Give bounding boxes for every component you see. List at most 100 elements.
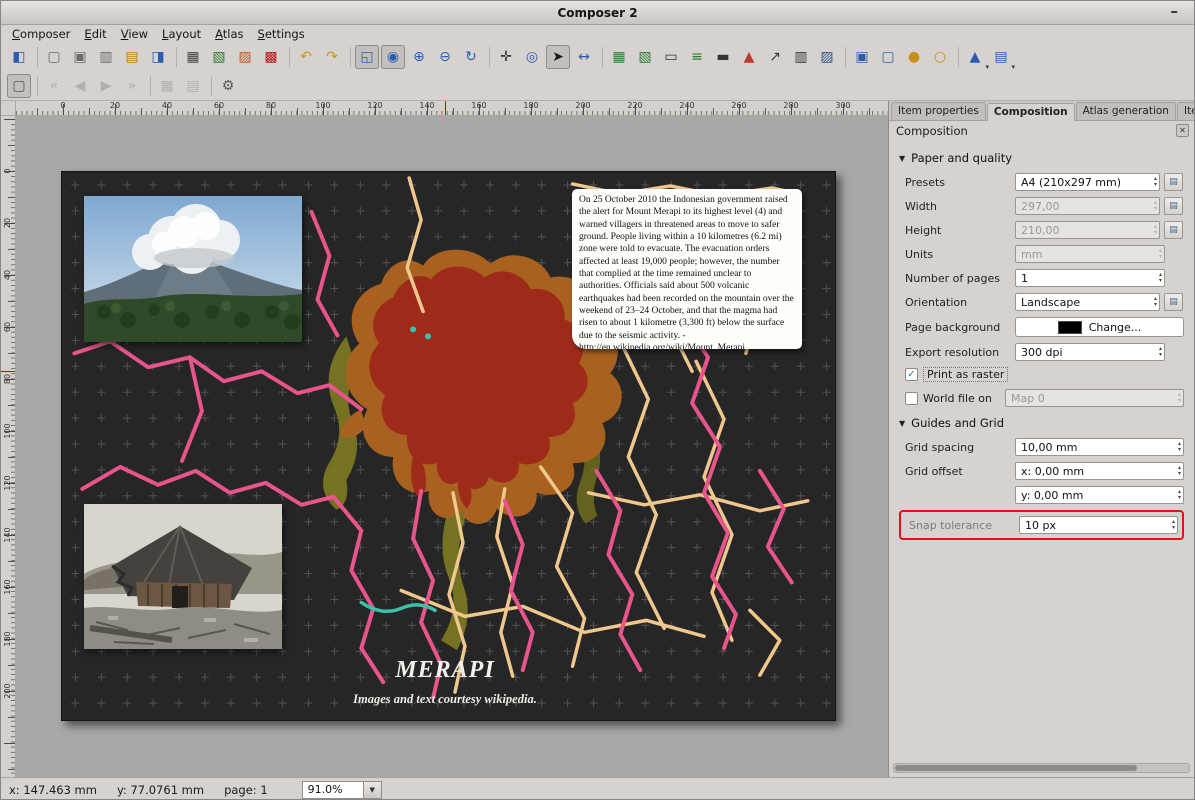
move-item-content-icon[interactable]: ↔: [572, 45, 596, 69]
spinner-arrows-icon[interactable]: ▴▾: [1159, 272, 1162, 284]
menu-edit[interactable]: Edit: [77, 27, 113, 41]
align-items-icon[interactable]: ▤▾: [989, 45, 1013, 69]
export-atlas-icon[interactable]: ▤: [181, 74, 205, 98]
raise-items-icon[interactable]: ▲▾: [963, 45, 987, 69]
print-as-raster-checkbox[interactable]: ✓: [905, 368, 918, 381]
refresh-composer-icon[interactable]: ↻: [459, 45, 483, 69]
grid-offset-x-input[interactable]: x: 0,00 mm ▴▾: [1015, 462, 1184, 480]
zoom-out-icon[interactable]: ⊖: [433, 45, 457, 69]
presets-combo[interactable]: A4 (210x297 mm) ▴▾: [1015, 173, 1160, 191]
add-html-frame-icon[interactable]: ▨: [815, 45, 839, 69]
menu-layout[interactable]: Layout: [155, 27, 208, 41]
menu-settings[interactable]: Settings: [251, 27, 312, 41]
zoom-combo[interactable]: 91.0% ▼: [302, 781, 382, 799]
add-legend-icon[interactable]: ≡: [685, 45, 709, 69]
zoom-tool-icon[interactable]: ◎: [520, 45, 544, 69]
h-ruler[interactable]: 0204060801001201401601802002202402602803…: [16, 101, 888, 116]
add-arrow-icon[interactable]: ↗: [763, 45, 787, 69]
zoom-actual-icon[interactable]: ◉: [381, 45, 405, 69]
volcano-photo[interactable]: [84, 196, 302, 342]
data-defined-override-button[interactable]: ▤: [1164, 221, 1183, 239]
menu-view[interactable]: View: [114, 27, 155, 41]
export-as-pdf-icon[interactable]: ▩: [259, 45, 283, 69]
group-items-icon[interactable]: ▣: [850, 45, 874, 69]
atlas-last-feature-icon[interactable]: »: [120, 74, 144, 98]
add-attribute-table-icon[interactable]: ▥: [789, 45, 813, 69]
section-paper-and-quality[interactable]: ▼ Paper and quality: [899, 151, 1184, 165]
ungroup-items-icon[interactable]: ▢: [876, 45, 900, 69]
add-shape-icon[interactable]: ▲: [737, 45, 761, 69]
units-value: mm: [1021, 248, 1156, 261]
menu-composer[interactable]: Composer: [5, 27, 77, 41]
lock-items-icon[interactable]: ●: [902, 45, 926, 69]
atlas-previous-feature-icon[interactable]: ◀: [68, 74, 92, 98]
new-composition-icon[interactable]: ▢: [42, 45, 66, 69]
scrollbar-thumb[interactable]: [895, 765, 1137, 771]
export-resolution-input[interactable]: 300 dpi ▴▾: [1015, 343, 1165, 361]
world-file-checkbox[interactable]: [905, 392, 918, 405]
spinner-arrows-icon[interactable]: ▴▾: [1178, 489, 1181, 501]
zoom-in-icon[interactable]: ⊕: [407, 45, 431, 69]
orientation-combo[interactable]: Landscape ▴▾: [1015, 293, 1160, 311]
grid-spacing-input[interactable]: 10,00 mm ▴▾: [1015, 438, 1184, 456]
spinner-arrows-icon[interactable]: ▴▾: [1178, 441, 1181, 453]
ruined-house-photo[interactable]: [84, 504, 282, 649]
unlock-items-icon[interactable]: ○: [928, 45, 952, 69]
composition-page[interactable]: On 25 October 2010 the Indonesian govern…: [61, 171, 836, 721]
composition-subtitle-label[interactable]: Images and text courtesy wikipedia.: [275, 692, 615, 707]
composition-title-label[interactable]: MERAPI: [310, 657, 580, 684]
atlas-settings-icon[interactable]: ⚙: [216, 74, 240, 98]
data-defined-override-button[interactable]: ▤: [1164, 173, 1183, 191]
caption-text-item[interactable]: On 25 October 2010 the Indonesian govern…: [572, 189, 802, 349]
print-atlas-icon[interactable]: ▦: [155, 74, 179, 98]
spinner-arrows-icon[interactable]: ▴▾: [1154, 176, 1157, 188]
redo-icon[interactable]: ↷: [320, 45, 344, 69]
select-move-item-icon[interactable]: ➤: [546, 45, 570, 69]
save-as-template-icon[interactable]: ◨: [146, 45, 170, 69]
tab-atlas-generation[interactable]: Atlas generation: [1076, 102, 1176, 120]
panel-horizontal-scrollbar[interactable]: [893, 763, 1190, 773]
tab-composition[interactable]: Composition: [987, 103, 1075, 121]
spinner-arrows-icon[interactable]: ▴▾: [1159, 346, 1162, 358]
section-guides-and-grid[interactable]: ▼ Guides and Grid: [899, 416, 1184, 430]
v-ruler-label: 0: [3, 160, 13, 182]
pan-composer-icon[interactable]: ✛: [494, 45, 518, 69]
composer-manager-icon[interactable]: ▥: [94, 45, 118, 69]
spinner-arrows-icon[interactable]: ▴▾: [1172, 519, 1175, 531]
tab-items[interactable]: Items: [1177, 102, 1195, 120]
number-of-pages-input[interactable]: 1 ▴▾: [1015, 269, 1165, 287]
close-icon[interactable]: ✕: [1176, 124, 1189, 137]
tab-item-properties[interactable]: Item properties: [891, 102, 986, 120]
add-image-icon[interactable]: ▧: [633, 45, 657, 69]
print-as-raster-label[interactable]: Print as raster: [923, 367, 1008, 382]
zoom-full-icon[interactable]: ◱: [355, 45, 379, 69]
menu-atlas[interactable]: Atlas: [208, 27, 250, 41]
spinner-arrows-icon[interactable]: ▴▾: [1154, 296, 1157, 308]
save-project-icon[interactable]: ◧: [7, 45, 31, 69]
snap-tolerance-input[interactable]: 10 px ▴▾: [1019, 516, 1178, 534]
add-scalebar-icon[interactable]: ▬: [711, 45, 735, 69]
minimize-button[interactable]: –: [1171, 2, 1179, 20]
add-label-icon[interactable]: ▭: [659, 45, 683, 69]
grid-offset-y-input[interactable]: y: 0,00 mm ▴▾: [1015, 486, 1184, 504]
atlas-first-feature-icon[interactable]: «: [42, 74, 66, 98]
export-as-image-icon[interactable]: ▧: [207, 45, 231, 69]
atlas-next-feature-icon[interactable]: ▶: [94, 74, 118, 98]
spinner-arrows-icon[interactable]: ▴▾: [1178, 465, 1181, 477]
preview-atlas-icon[interactable]: ▢: [7, 74, 31, 98]
page-background-button[interactable]: Change...: [1015, 317, 1184, 337]
world-file-label[interactable]: World file on: [923, 392, 992, 405]
print-icon[interactable]: ▦: [181, 45, 205, 69]
zoom-value[interactable]: 91.0%: [302, 781, 364, 799]
v-ruler[interactable]: 020406080100120140160180200: [1, 116, 16, 777]
composition-viewport[interactable]: On 25 October 2010 the Indonesian govern…: [16, 116, 888, 777]
add-new-map-icon[interactable]: ▦: [607, 45, 631, 69]
data-defined-override-button[interactable]: ▤: [1164, 197, 1183, 215]
collapse-icon: ▼: [899, 154, 905, 163]
duplicate-composition-icon[interactable]: ▣: [68, 45, 92, 69]
data-defined-override-button[interactable]: ▤: [1164, 293, 1183, 311]
zoom-dropdown-icon[interactable]: ▼: [364, 781, 382, 799]
undo-icon[interactable]: ↶: [294, 45, 318, 69]
export-as-svg-icon[interactable]: ▨: [233, 45, 257, 69]
load-from-template-icon[interactable]: ▤: [120, 45, 144, 69]
